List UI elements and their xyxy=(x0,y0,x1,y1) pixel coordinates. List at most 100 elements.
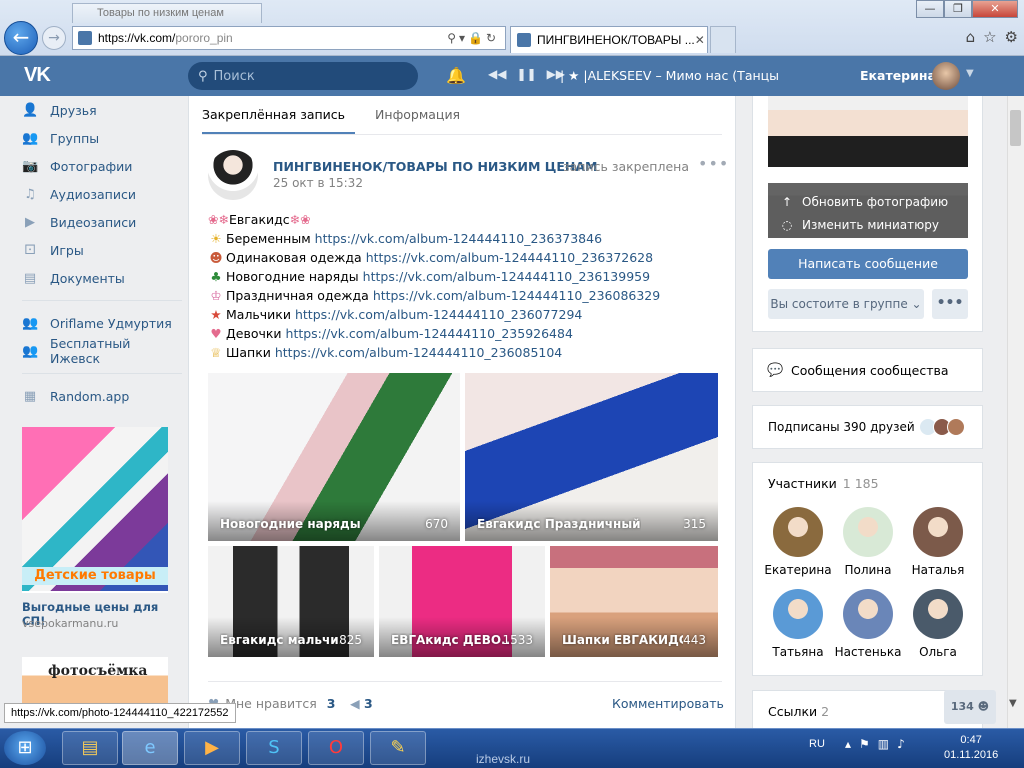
skype-taskbar-button[interactable]: S xyxy=(246,731,302,765)
sidebar-item[interactable]: ▤ Документы xyxy=(22,264,182,292)
change-thumbnail-action[interactable]: ◌ Изменить миниатюру xyxy=(780,214,968,237)
sidebar-item[interactable]: 👤 Друзья xyxy=(22,96,182,124)
sidebar-item[interactable]: ♫ Аудиозаписи xyxy=(22,180,182,208)
member-card[interactable]: Татьяна xyxy=(763,589,833,659)
window-controls: — ❐ ✕ xyxy=(916,0,1018,18)
start-button[interactable]: ⊞ xyxy=(4,731,46,765)
membership-dropdown[interactable]: Вы состоите в группе ⌄ xyxy=(768,289,924,319)
flower-snowflake-icon: ❀❄ xyxy=(208,212,229,227)
scroll-down-icon[interactable]: ▼ xyxy=(1009,698,1017,709)
sidebar-item[interactable]: 👥 Группы xyxy=(22,124,182,152)
member-avatar xyxy=(843,589,893,639)
minimize-button[interactable]: — xyxy=(916,0,944,18)
clock[interactable]: 0:47 01.11.2016 xyxy=(944,733,998,763)
update-photo-action[interactable]: ↑ Обновить фотографию xyxy=(780,191,968,214)
scrollbar[interactable] xyxy=(1007,96,1024,728)
member-name: Наталья xyxy=(911,563,965,577)
now-playing-track[interactable]: | ★ |ALEKSEEV – Мимо нас (Танцы xyxy=(560,68,800,83)
explorer-taskbar-button[interactable]: ▤ xyxy=(62,731,118,765)
maximize-button[interactable]: ❐ xyxy=(944,0,972,18)
sidebar-item[interactable]: 👥 Бесплатный Ижевск xyxy=(22,336,182,366)
media-player-taskbar-button[interactable]: ▶ xyxy=(184,731,240,765)
ad-banner[interactable]: Детские товары xyxy=(22,427,168,593)
ie-taskbar-button[interactable]: e xyxy=(122,731,178,765)
sidebar-item[interactable]: 📷 Фотографии xyxy=(22,152,182,180)
tab-information[interactable]: Информация xyxy=(365,96,470,134)
member-card[interactable]: Полина xyxy=(833,507,903,577)
ad-domain[interactable]: vsepokarmanu.ru xyxy=(22,617,118,630)
back-button[interactable]: ← xyxy=(4,21,38,55)
address-bar[interactable]: https://vk.com/pororo_pin ⚲▾🔒↻ xyxy=(72,26,506,50)
post-date[interactable]: 25 окт в 15:32 xyxy=(273,176,363,190)
share-button[interactable]: ◀ 3 xyxy=(350,696,373,711)
flag-icon[interactable]: ⚑ xyxy=(859,737,878,751)
community-avatar[interactable] xyxy=(208,150,258,200)
pause-icon[interactable]: ❚❚ xyxy=(516,67,536,81)
chevron-down-icon[interactable]: ▼ xyxy=(966,68,974,79)
sidebar-item[interactable]: ⚀ Игры xyxy=(22,236,182,264)
member-card[interactable]: Наталья xyxy=(903,507,973,577)
album-tile[interactable]: Шапки ЕВГАКИДС 443 xyxy=(550,546,718,657)
language-indicator[interactable]: RU xyxy=(809,738,825,750)
post-pinned-label: запись закреплена xyxy=(563,159,689,174)
paint-taskbar-button[interactable]: ✎ xyxy=(370,731,426,765)
album-link[interactable]: https://vk.com/album-124444110_236086329 xyxy=(373,288,660,303)
sidebar-item[interactable]: 👥 Oriflame Удмуртия xyxy=(22,309,182,337)
home-icon[interactable]: ⌂ xyxy=(966,28,976,46)
close-button[interactable]: ✕ xyxy=(972,0,1018,18)
forward-button[interactable]: → xyxy=(42,26,66,50)
album-tile[interactable]: Новогодние наряды 670 xyxy=(208,373,460,541)
member-card[interactable]: Ольга xyxy=(903,589,973,659)
album-link[interactable]: https://vk.com/album-124444110_236372628 xyxy=(366,250,653,265)
members-header[interactable]: Участники 1 185 xyxy=(768,476,879,491)
vk-logo[interactable]: VK xyxy=(24,64,56,88)
background-tab[interactable]: Товары по низким ценам xyxy=(72,3,262,23)
notifications-bell-icon[interactable]: 🔔 xyxy=(446,66,466,85)
scrollbar-thumb[interactable] xyxy=(1010,110,1021,146)
album-link[interactable]: https://vk.com/album-124444110_236373846 xyxy=(315,231,602,246)
post-author[interactable]: ПИНГВИНЕНОК/ТОВАРЫ ПО НИЗКИМ ЦЕНАМ xyxy=(273,159,597,174)
friends-subscribed-block[interactable]: Подписаны 390 друзей xyxy=(752,405,983,449)
user-name[interactable]: Екатерина xyxy=(860,68,936,83)
community-messages-link[interactable]: 💬 Сообщения сообщества xyxy=(752,348,983,392)
new-tab-button[interactable] xyxy=(710,26,736,53)
member-card[interactable]: Екатерина xyxy=(763,507,833,577)
prev-track-icon[interactable]: ◀◀ xyxy=(488,67,506,81)
album-link[interactable]: https://vk.com/album-124444110_236085104 xyxy=(275,345,562,360)
album-tile[interactable]: ЕВГАкидс ДЕВО... 1533 xyxy=(379,546,545,657)
send-message-button[interactable]: Написать сообщение xyxy=(768,249,968,279)
volume-icon[interactable]: ♪ xyxy=(897,737,913,751)
sidebar-item[interactable]: ▶ Видеозаписи xyxy=(22,208,182,236)
system-tray: ▴⚑▥♪ xyxy=(845,737,913,751)
online-counter[interactable]: 134 ☻ xyxy=(944,690,996,724)
user-avatar[interactable] xyxy=(932,62,960,90)
tray-arrow-icon[interactable]: ▴ xyxy=(845,737,859,751)
member-card[interactable]: Настенька xyxy=(833,589,903,659)
album-tile[interactable]: Евгакидс Праздничный 315 xyxy=(465,373,718,541)
address-tools-icon[interactable]: ⚲▾🔒↻ xyxy=(447,31,499,45)
comment-button[interactable]: Комментировать xyxy=(612,696,724,711)
active-tab[interactable]: ПИНГВИНЕНОК/ТОВАРЫ ... ✕ xyxy=(510,26,708,53)
album-link[interactable]: https://vk.com/album-124444110_236139959 xyxy=(363,269,650,284)
tab-pinned-post[interactable]: Закреплённая запись xyxy=(202,96,356,134)
album-link[interactable]: https://vk.com/album-124444110_236077294 xyxy=(295,307,582,322)
member-avatar xyxy=(913,589,963,639)
close-tab-icon[interactable]: ✕ xyxy=(695,33,705,47)
opera-taskbar-button[interactable]: O xyxy=(308,731,364,765)
sidebar-item-label: Random.app xyxy=(50,388,130,404)
clock-time: 0:47 xyxy=(960,734,982,746)
post-line-text: Одинаковая одежда xyxy=(226,250,366,265)
sidebar-item-label: Видеозаписи xyxy=(50,214,137,230)
post-menu-icon[interactable]: ••• xyxy=(698,154,729,173)
share-count: 3 xyxy=(363,696,373,711)
more-actions-button[interactable]: ••• xyxy=(932,289,968,319)
album-tile[interactable]: Евгакидс мальчи... 825 xyxy=(208,546,374,657)
settings-gear-icon[interactable]: ⚙ xyxy=(1005,28,1018,46)
favorites-star-icon[interactable]: ☆ xyxy=(983,28,996,46)
sidebar-item[interactable]: ▦ Random.app xyxy=(22,382,182,410)
search-input[interactable]: ⚲ Поиск xyxy=(188,62,418,90)
network-icon[interactable]: ▥ xyxy=(878,737,897,751)
post-line-text: Мальчики xyxy=(226,307,295,322)
search-placeholder: Поиск xyxy=(213,68,255,84)
album-link[interactable]: https://vk.com/album-124444110_235926484 xyxy=(286,326,573,341)
